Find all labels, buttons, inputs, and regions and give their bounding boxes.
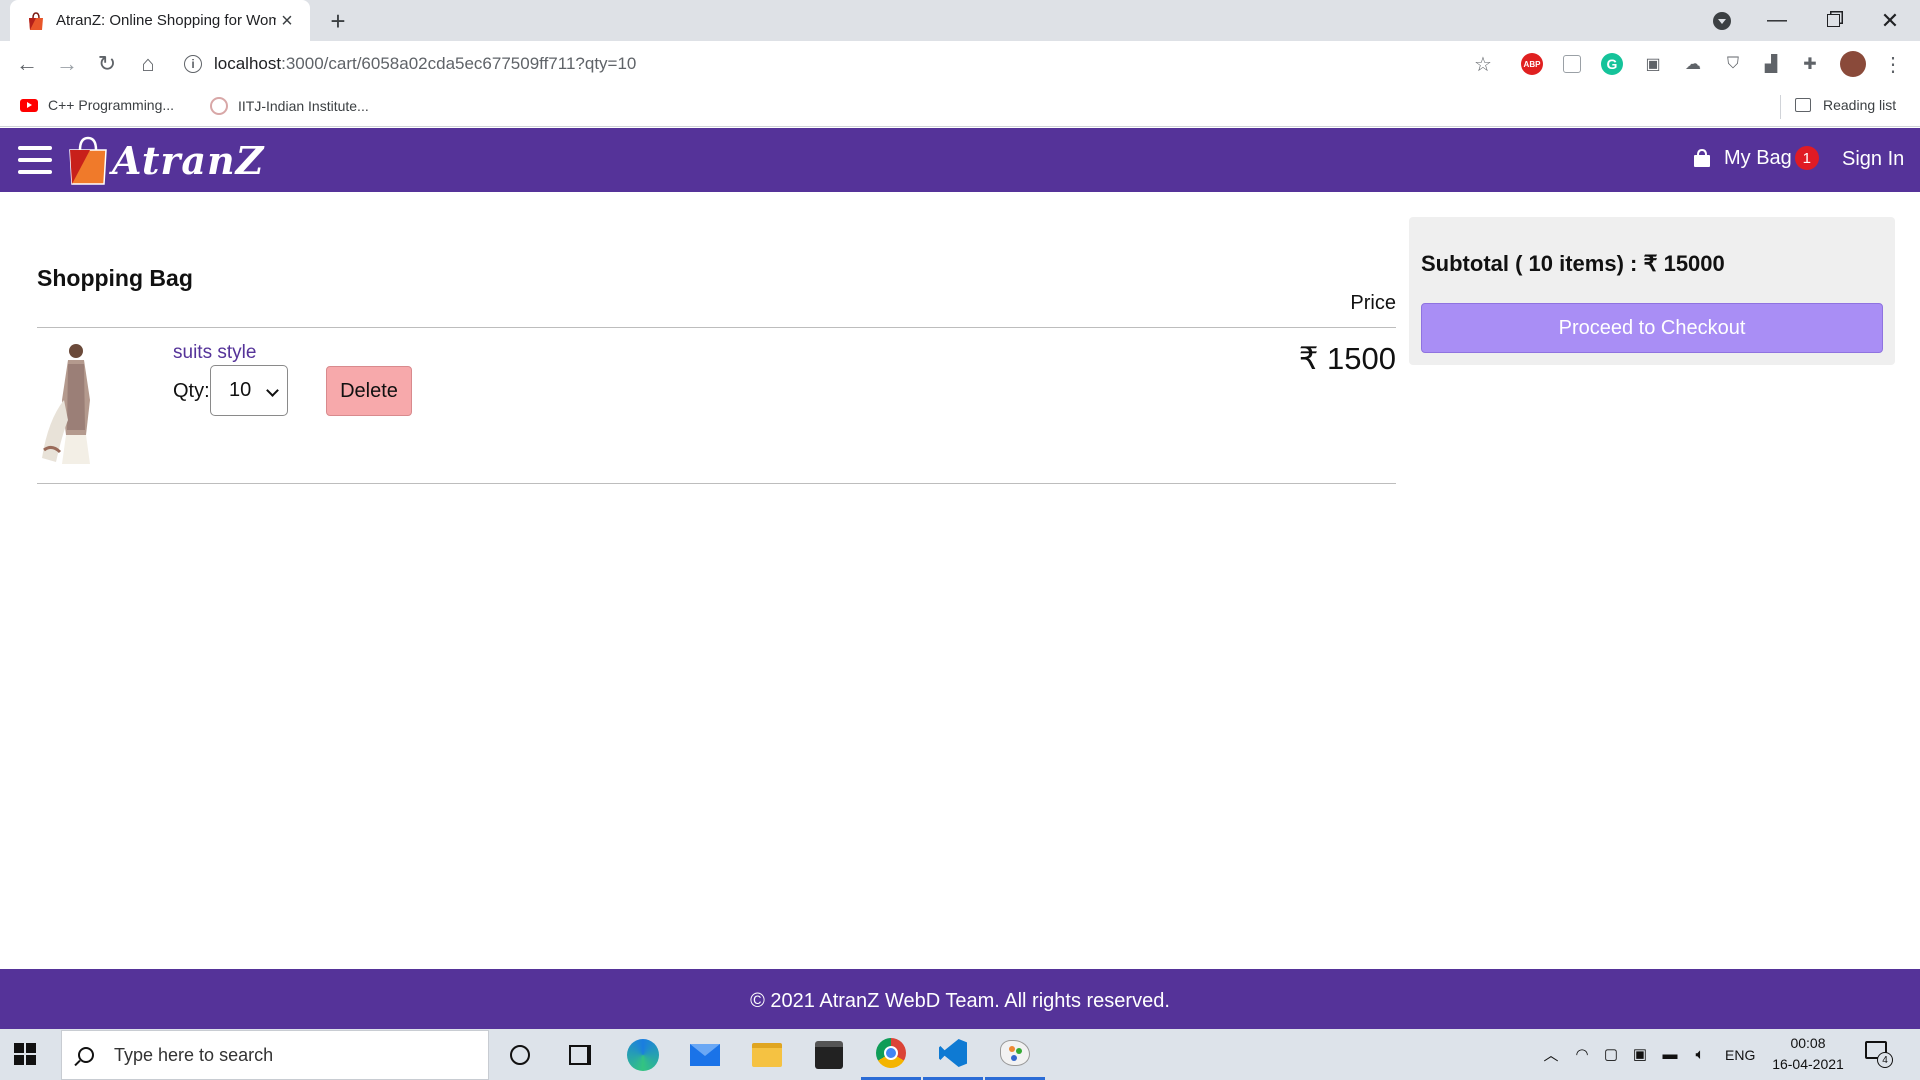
shopping-bag-logo-icon <box>69 136 107 185</box>
order-summary-card: Subtotal ( 10 items) : ₹ 15000 Proceed t… <box>1409 217 1895 365</box>
browser-toolbar: ← → ↻ ⌂ i localhost:3000/cart/6058a02cda… <box>0 41 1920 87</box>
vscode-icon[interactable] <box>923 1029 983 1080</box>
bag-count-badge: 1 <box>1794 146 1819 170</box>
address-bar[interactable]: i localhost:3000/cart/6058a02cda5ec67750… <box>184 47 1454 81</box>
extension-chart-icon[interactable]: ▟ <box>1758 51 1784 77</box>
item-price: ₹ 1500 <box>1298 341 1396 376</box>
shopping-bag-icon <box>1694 148 1710 167</box>
site-logo[interactable]: AtranZ <box>66 128 264 192</box>
profile-avatar[interactable] <box>1840 51 1866 77</box>
browser-tabstrip: AtranZ: Online Shopping for Women × + — … <box>0 0 1920 41</box>
forward-arrow-icon[interactable]: → <box>53 50 81 78</box>
taskbar-search-placeholder: Type here to search <box>114 1044 274 1065</box>
show-hidden-icons-chevron-icon[interactable]: ︿ <box>1541 1044 1561 1064</box>
tab-title: AtranZ: Online Shopping for Women <box>56 12 276 29</box>
bookmarks-separator <box>1780 95 1781 119</box>
quantity-select[interactable]: 10 <box>210 365 288 416</box>
paint-icon[interactable] <box>985 1029 1045 1080</box>
bookmark-cpp-programming[interactable]: C++ Programming... <box>20 97 174 113</box>
clock-time: 00:08 <box>1790 1035 1826 1051</box>
taskbar-clock[interactable]: 00:08 16-04-2021 <box>1765 1033 1851 1075</box>
youtube-icon <box>20 98 38 112</box>
price-column-header: Price <box>1350 292 1396 314</box>
chevron-down-icon <box>266 384 279 397</box>
qty-label: Qty: <box>173 380 210 402</box>
extension-image-icon[interactable]: ▣ <box>1640 51 1666 77</box>
tab-search-icon[interactable] <box>1708 0 1736 41</box>
delete-item-button[interactable]: Delete <box>326 366 412 416</box>
url-path: :3000/cart/6058a02cda5ec677509ff711?qty=… <box>281 54 637 73</box>
divider <box>37 483 1396 484</box>
task-view-icon[interactable] <box>550 1029 610 1080</box>
search-icon <box>78 1047 94 1063</box>
windows-taskbar: Type here to search ︿ ◠ ▢ ▣ ▬ 🔈︎ ENG 00:… <box>0 1029 1920 1080</box>
back-arrow-icon[interactable]: ← <box>13 50 41 78</box>
reading-list-label: Reading list <box>1823 97 1897 113</box>
extension-shield-icon[interactable]: ⛉ <box>1720 51 1746 77</box>
sign-in-link[interactable]: Sign In <box>1842 148 1904 171</box>
logo-text: AtranZ <box>112 137 265 183</box>
window-close-icon[interactable]: ✕ <box>1868 0 1912 41</box>
site-footer: © 2021 AtranZ WebD Team. All rights rese… <box>0 969 1920 1029</box>
chrome-icon[interactable] <box>861 1029 921 1080</box>
my-bag-label: My Bag <box>1724 146 1792 169</box>
reading-list-button[interactable]: Reading list <box>1795 97 1896 113</box>
tab-close-icon[interactable]: × <box>276 10 298 32</box>
extension-box-icon[interactable] <box>1563 55 1581 73</box>
my-bag-link[interactable]: My Bag 1 <box>1692 146 1819 170</box>
url-host: localhost <box>214 54 282 73</box>
site-header: AtranZ My Bag 1 Sign In <box>0 128 1920 192</box>
taskbar-search-box[interactable]: Type here to search <box>61 1030 489 1080</box>
quantity-selected-value: 10 <box>229 379 252 401</box>
clock-date: 16-04-2021 <box>1772 1056 1844 1072</box>
meet-now-icon[interactable]: ▢ <box>1601 1044 1621 1064</box>
subtotal-text: Subtotal ( 10 items) : ₹ 15000 <box>1421 251 1725 276</box>
volume-icon[interactable]: 🔈︎ <box>1690 1044 1710 1064</box>
microsoft-store-icon[interactable] <box>799 1029 859 1080</box>
product-name-link[interactable]: suits style <box>173 342 256 364</box>
defender-icon[interactable]: ▣ <box>1630 1044 1650 1064</box>
copyright-text: © 2021 AtranZ WebD Team. All rights rese… <box>750 989 1170 1012</box>
proceed-to-checkout-button[interactable]: Proceed to Checkout <box>1421 303 1883 353</box>
window-minimize-icon[interactable]: — <box>1755 0 1799 41</box>
cortana-icon[interactable] <box>490 1029 550 1080</box>
battery-icon[interactable]: ▬ <box>1660 1044 1680 1064</box>
notification-center-icon[interactable]: 4 <box>1865 1041 1893 1068</box>
reload-icon[interactable]: ↻ <box>93 50 121 78</box>
language-indicator[interactable]: ENG <box>1725 1029 1755 1080</box>
home-icon[interactable]: ⌂ <box>134 50 162 78</box>
site-info-icon[interactable]: i <box>184 55 202 73</box>
wifi-icon[interactable]: ◠ <box>1572 1044 1592 1064</box>
hamburger-menu-icon[interactable] <box>18 146 52 174</box>
browser-menu-kebab-icon[interactable]: ⋮ <box>1880 51 1906 77</box>
windows-start-icon[interactable] <box>14 1043 36 1065</box>
adblock-plus-icon[interactable]: ABP <box>1521 53 1543 75</box>
url-text[interactable]: localhost:3000/cart/6058a02cda5ec677509f… <box>214 54 636 74</box>
extension-cloud-icon[interactable]: ☁ <box>1680 51 1706 77</box>
shopping-bag-favicon-icon <box>29 11 43 30</box>
window-restore-icon[interactable] <box>1811 0 1855 41</box>
iitj-logo-icon <box>210 97 228 115</box>
divider <box>37 327 1396 328</box>
bookmark-star-icon[interactable]: ☆ <box>1470 51 1496 77</box>
file-explorer-icon[interactable] <box>737 1029 797 1080</box>
notification-count: 4 <box>1877 1052 1893 1068</box>
browser-tab-active[interactable]: AtranZ: Online Shopping for Women × <box>10 0 310 41</box>
extensions-puzzle-icon[interactable]: ✚ <box>1797 51 1823 77</box>
edge-browser-icon[interactable] <box>613 1029 673 1080</box>
reading-list-icon <box>1795 98 1811 112</box>
bookmarks-bar: C++ Programming... IITJ-Indian Institute… <box>0 87 1920 127</box>
product-image[interactable] <box>38 340 114 468</box>
grammarly-icon[interactable]: G <box>1601 53 1623 75</box>
mail-icon[interactable] <box>675 1029 735 1080</box>
new-tab-plus-icon[interactable]: + <box>323 6 353 36</box>
bookmark-label: IITJ-Indian Institute... <box>238 98 369 114</box>
bookmark-iitj[interactable]: IITJ-Indian Institute... <box>210 97 369 115</box>
bookmark-label: C++ Programming... <box>48 97 175 113</box>
page-title: Shopping Bag <box>37 265 193 291</box>
